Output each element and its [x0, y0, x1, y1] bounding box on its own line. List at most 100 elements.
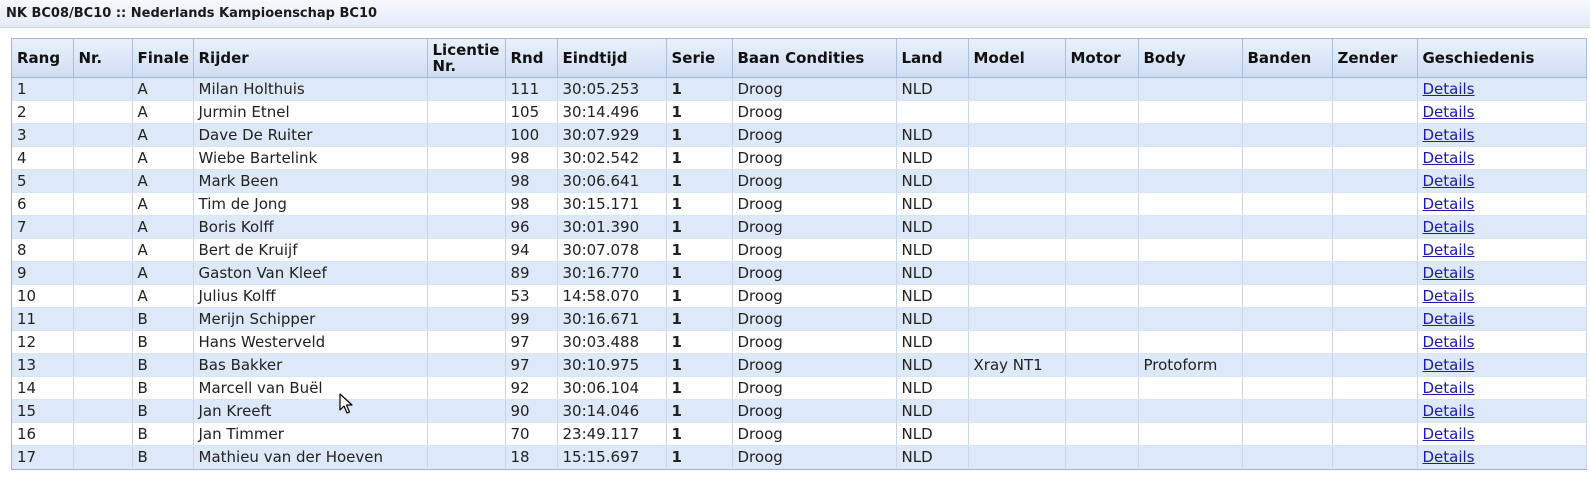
- details-link[interactable]: Details: [1423, 126, 1475, 144]
- cell-motor: [1065, 376, 1139, 400]
- cell-rang: 7: [12, 215, 74, 239]
- cell-nr: [73, 307, 133, 331]
- col-header-eindtijd[interactable]: Eindtijd: [557, 39, 667, 78]
- col-header-geschiedenis[interactable]: Geschiedenis: [1417, 39, 1587, 78]
- table-row[interactable]: 7 A Boris Kolff 96 30:01.390 1 Droog NLD Details: [12, 215, 1587, 239]
- cell-body: [1138, 123, 1243, 147]
- cell-finale: B: [132, 330, 194, 354]
- cell-model: Xray NT1: [968, 353, 1066, 377]
- table-row[interactable]: 11 B Merijn Schipper 99 30:16.671 1 Droog NLD De…: [12, 307, 1587, 331]
- cell-body: [1138, 77, 1243, 101]
- cell-baan: Droog: [732, 215, 897, 239]
- cell-motor: [1065, 284, 1139, 308]
- details-link[interactable]: Details: [1423, 80, 1475, 98]
- table-row[interactable]: 5 A Mark Been 98 30:06.641 1 Droog NLD Details: [12, 169, 1587, 193]
- cell-details: Details: [1417, 330, 1587, 354]
- cell-rang: 16: [12, 422, 74, 446]
- cell-finale: A: [132, 261, 194, 285]
- cell-motor: [1065, 330, 1139, 354]
- cell-baan: Droog: [732, 353, 897, 377]
- cell-rnd: 98: [505, 192, 558, 216]
- cell-details: Details: [1417, 215, 1587, 239]
- details-link[interactable]: Details: [1423, 218, 1475, 236]
- cell-serie: 1: [666, 169, 733, 193]
- details-link[interactable]: Details: [1423, 149, 1475, 167]
- cell-motor: [1065, 238, 1139, 262]
- cell-rijder: Boris Kolff: [193, 215, 428, 239]
- details-link[interactable]: Details: [1423, 103, 1475, 121]
- cell-rijder: Milan Holthuis: [193, 77, 428, 101]
- cell-nr: [73, 261, 133, 285]
- table-row[interactable]: 1 A Milan Holthuis 111 30:05.253 1 Droog NLD Det…: [12, 77, 1587, 101]
- col-header-rang[interactable]: Rang: [12, 39, 74, 78]
- table-row[interactable]: 6 A Tim de Jong 98 30:15.171 1 Droog NLD Details: [12, 192, 1587, 216]
- cell-serie: 1: [666, 307, 733, 331]
- details-link[interactable]: Details: [1423, 425, 1475, 443]
- cell-finale: A: [132, 146, 194, 170]
- table-row[interactable]: 10 A Julius Kolff 53 14:58.070 1 Droog NLD Detai…: [12, 284, 1587, 308]
- details-link[interactable]: Details: [1423, 264, 1475, 282]
- cell-rnd: 90: [505, 399, 558, 423]
- col-header-licentie[interactable]: Licentie Nr.: [427, 39, 506, 78]
- col-header-baan-condities[interactable]: Baan Condities: [732, 39, 897, 78]
- details-link[interactable]: Details: [1423, 402, 1475, 420]
- cell-model: [968, 376, 1066, 400]
- table-row[interactable]: 12 B Hans Westerveld 97 30:03.488 1 Droog NLD De…: [12, 330, 1587, 354]
- cell-body: Protoform: [1138, 353, 1243, 377]
- cell-nr: [73, 330, 133, 354]
- table-row[interactable]: 15 B Jan Kreeft 90 30:14.046 1 Droog NLD Details: [12, 399, 1587, 423]
- col-header-motor[interactable]: Motor: [1065, 39, 1139, 78]
- cell-baan: Droog: [732, 330, 897, 354]
- cell-eindtijd: 30:16.671: [557, 307, 667, 331]
- table-row[interactable]: 2 A Jurmin Etnel 105 30:14.496 1 Droog Details: [12, 100, 1587, 124]
- cell-rijder: Bas Bakker: [193, 353, 428, 377]
- cell-zender: [1332, 238, 1418, 262]
- cell-eindtijd: 30:06.641: [557, 169, 667, 193]
- details-link[interactable]: Details: [1423, 356, 1475, 374]
- col-header-body[interactable]: Body: [1138, 39, 1243, 78]
- table-row[interactable]: 14 B Marcell van Buël 92 30:06.104 1 Droog NLD D…: [12, 376, 1587, 400]
- details-link[interactable]: Details: [1423, 310, 1475, 328]
- col-header-serie[interactable]: Serie: [666, 39, 733, 78]
- cell-rnd: 99: [505, 307, 558, 331]
- col-header-zender[interactable]: Zender: [1332, 39, 1418, 78]
- cell-eindtijd: 30:03.488: [557, 330, 667, 354]
- col-header-banden[interactable]: Banden: [1242, 39, 1333, 78]
- cell-eindtijd: 30:05.253: [557, 77, 667, 101]
- col-header-rijder[interactable]: Rijder: [193, 39, 428, 78]
- table-row[interactable]: 3 A Dave De Ruiter 100 30:07.929 1 Droog NLD Det…: [12, 123, 1587, 147]
- cell-finale: B: [132, 445, 194, 469]
- table-row[interactable]: 4 A Wiebe Bartelink 98 30:02.542 1 Droog NLD Det…: [12, 146, 1587, 170]
- details-link[interactable]: Details: [1423, 287, 1475, 305]
- details-link[interactable]: Details: [1423, 241, 1475, 259]
- col-header-rnd[interactable]: Rnd: [505, 39, 558, 78]
- cell-land: NLD: [896, 307, 969, 331]
- table-row[interactable]: 9 A Gaston Van Kleef 89 30:16.770 1 Droog NLD De…: [12, 261, 1587, 285]
- table-row[interactable]: 16 B Jan Timmer 70 23:49.117 1 Droog NLD Details: [12, 422, 1587, 446]
- details-link[interactable]: Details: [1423, 333, 1475, 351]
- cell-licentie: [427, 215, 506, 239]
- cell-nr: [73, 215, 133, 239]
- cell-serie: 1: [666, 238, 733, 262]
- col-header-nr[interactable]: Nr.: [73, 39, 133, 78]
- table-row[interactable]: 13 B Bas Bakker 97 30:10.975 1 Droog NLD Xray NT…: [12, 353, 1587, 377]
- details-link[interactable]: Details: [1423, 172, 1475, 190]
- cell-zender: [1332, 330, 1418, 354]
- details-link[interactable]: Details: [1423, 379, 1475, 397]
- col-header-finale[interactable]: Finale: [132, 39, 194, 78]
- cell-body: [1138, 284, 1243, 308]
- cell-land: NLD: [896, 123, 969, 147]
- cell-rang: 11: [12, 307, 74, 331]
- details-link[interactable]: Details: [1423, 195, 1475, 213]
- cell-serie: 1: [666, 330, 733, 354]
- col-header-land[interactable]: Land: [896, 39, 969, 78]
- table-row[interactable]: 17 B Mathieu van der Hoeven 18 15:15.697 1 Dro…: [12, 445, 1587, 469]
- cell-rnd: 98: [505, 146, 558, 170]
- details-link[interactable]: Details: [1423, 448, 1475, 466]
- cell-serie: 1: [666, 192, 733, 216]
- table-row[interactable]: 8 A Bert de Kruijf 94 30:07.078 1 Droog NLD Deta…: [12, 238, 1587, 262]
- cell-banden: [1242, 215, 1333, 239]
- cell-finale: A: [132, 238, 194, 262]
- cell-details: Details: [1417, 422, 1587, 446]
- col-header-model[interactable]: Model: [968, 39, 1066, 78]
